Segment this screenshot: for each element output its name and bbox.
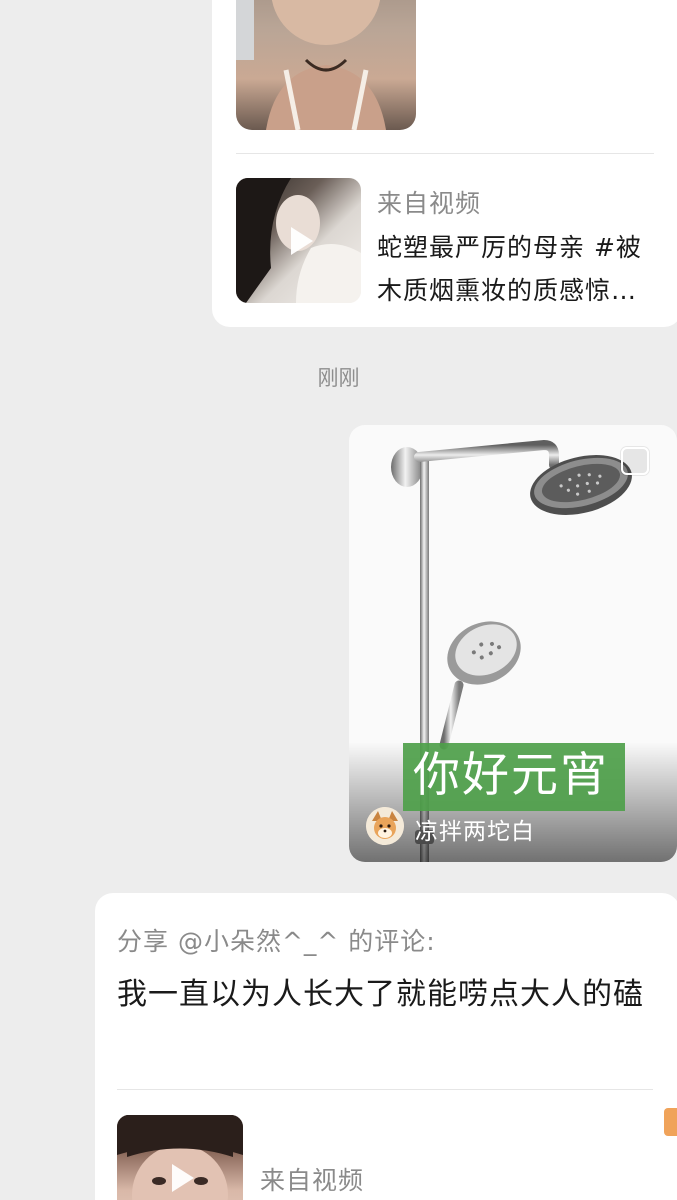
video-title-line1: 蛇塑最严厉的母亲 #被 xyxy=(377,233,642,262)
video-title-line2: 木质烟熏妆的质感惊… xyxy=(377,276,638,305)
video-source-label: 来自视频 xyxy=(260,1166,365,1195)
video-source-label: 来自视频 xyxy=(377,189,482,218)
shared-comment-card[interactable]: 分享 @小朵然^_^ 的评论: 我一直以为人长大了就能唠点大人的磕 来自视频 xyxy=(95,893,677,1200)
image-caption: 你好元宵 xyxy=(413,748,609,803)
post-image-thumbnail[interactable] xyxy=(236,0,416,130)
chat-page: 来自视频 蛇塑最严厉的母亲 #被 木质烟熏妆的质感惊… 刚刚 你好元宵 凉拌两坨… xyxy=(0,0,677,1200)
side-tag[interactable] xyxy=(664,1108,677,1136)
author-name[interactable]: 凉拌两坨白 xyxy=(415,812,535,846)
shared-image-card[interactable]: 你好元宵 凉拌两坨白 xyxy=(349,425,677,862)
video-thumbnail[interactable] xyxy=(117,1115,243,1200)
message-timestamp: 刚刚 xyxy=(317,366,360,390)
share-attribution: 分享 @小朵然^_^ 的评论: xyxy=(117,927,436,956)
card-divider xyxy=(236,153,654,154)
select-checkbox-icon[interactable] xyxy=(621,447,649,475)
comment-text: 我一直以为人长大了就能唠点大人的磕 xyxy=(117,977,644,1012)
author-avatar[interactable] xyxy=(366,807,404,845)
video-thumbnail[interactable] xyxy=(236,178,361,303)
portrait-illustration xyxy=(236,0,386,130)
video-title[interactable]: 蛇塑最严厉的母亲 #被 木质烟熏妆的质感惊… xyxy=(377,226,657,312)
shared-post-card[interactable]: 来自视频 蛇塑最严厉的母亲 #被 木质烟熏妆的质感惊… xyxy=(212,0,677,327)
card-divider xyxy=(117,1089,653,1090)
